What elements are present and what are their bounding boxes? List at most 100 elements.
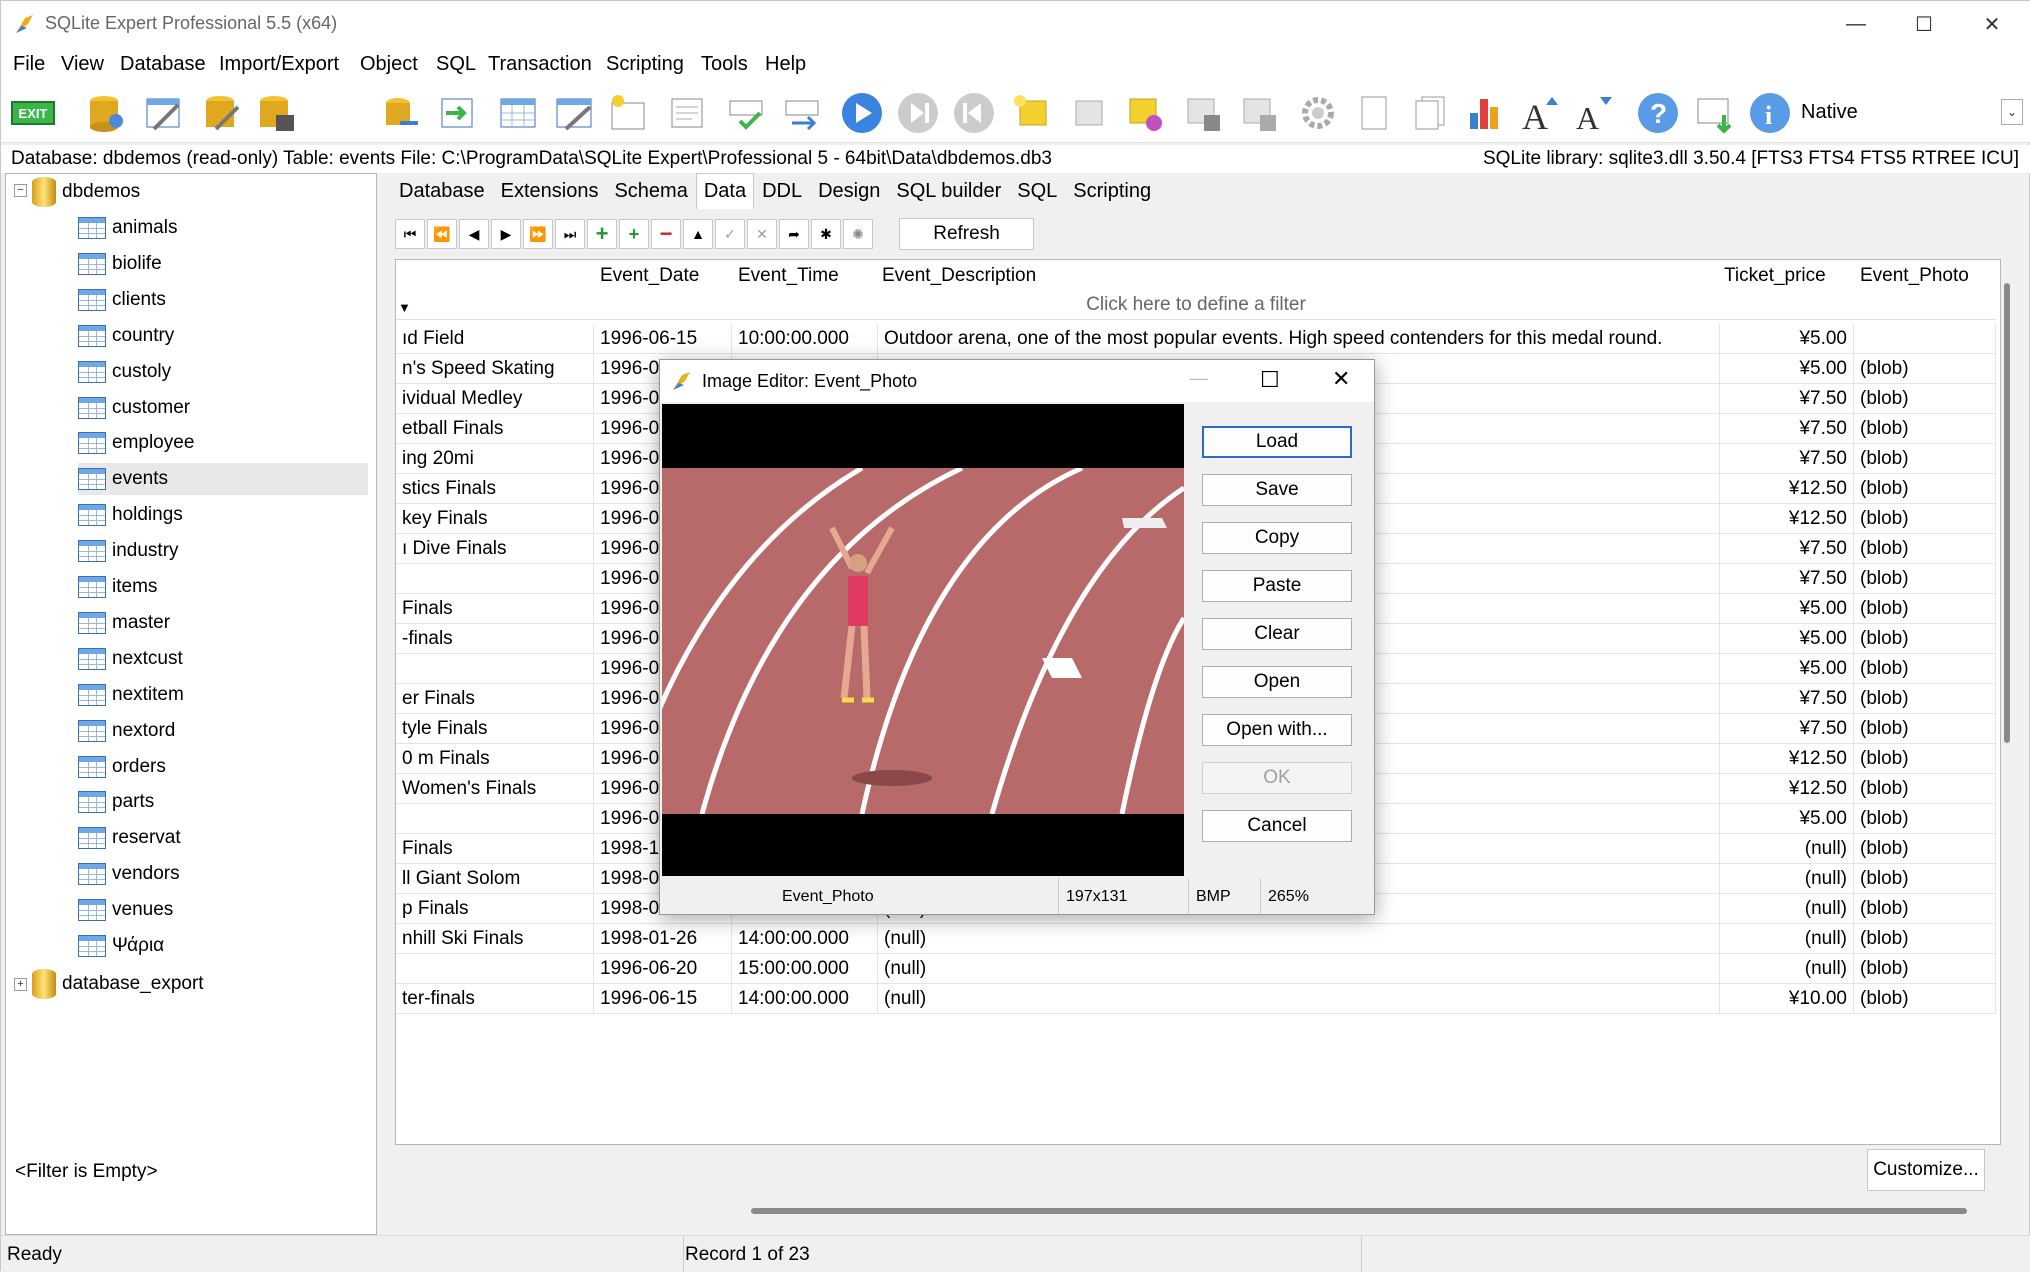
grid-cell[interactable]: (blob) [1854,894,1996,924]
grid-cell[interactable]: 1996-06-15 [594,324,732,354]
save-database-button[interactable] [253,91,299,135]
edit-script-button[interactable] [1065,91,1111,135]
menu-database[interactable]: Database [120,53,206,76]
tab-design[interactable]: Design [810,173,888,209]
grid-cell[interactable]: (blob) [1854,684,1996,714]
asterisk-icon[interactable]: ✱ [811,219,841,249]
grid-cell[interactable]: ı Dive Finals [396,534,594,564]
collapse-icon[interactable]: − [14,184,27,197]
grid-cell[interactable]: nhill Ski Finals [396,924,594,954]
grid-cell[interactable] [1854,324,1996,354]
grid-cell[interactable]: ¥10.00 [1720,984,1854,1014]
edit-view-button[interactable] [665,91,711,135]
apply-arrow-button[interactable] [779,91,825,135]
grid-cell[interactable]: 14:00:00.000 [732,984,878,1014]
tree-table-19[interactable]: venues [78,894,368,926]
edit-record-icon[interactable]: ▲ [683,219,713,249]
grid-cell[interactable]: 15:00:00.000 [732,954,878,984]
grid-cell[interactable]: ¥12.50 [1720,774,1854,804]
grid-cell[interactable]: (null) [878,924,1720,954]
tree-table-8[interactable]: holdings [78,499,368,531]
grid-cell[interactable]: (null) [878,984,1720,1014]
copy-button[interactable] [1351,91,1397,135]
maximize-icon[interactable]: ☐ [1895,1,1953,47]
grid-cell[interactable]: (blob) [1854,414,1996,444]
grid-cell[interactable]: (blob) [1854,744,1996,774]
tree-table-10[interactable]: items [78,571,368,603]
tab-sql[interactable]: SQL [1009,173,1065,209]
vertical-scrollbar[interactable] [2004,283,2010,743]
grid-cell[interactable]: ¥7.50 [1720,684,1854,714]
next-record-icon[interactable]: ▶ [491,219,521,249]
grid-cell[interactable]: ¥12.50 [1720,474,1854,504]
open-database-button[interactable] [83,91,129,135]
grid-cell[interactable]: (null) [1720,834,1854,864]
grid-cell[interactable]: (blob) [1854,834,1996,864]
paste-image-button[interactable]: Paste [1202,570,1352,602]
tree-table-15[interactable]: orders [78,751,368,783]
tree-table-4[interactable]: custoly [78,356,368,388]
burst-icon[interactable]: ✺ [843,219,873,249]
grid-cell[interactable]: (blob) [1854,624,1996,654]
grid-cell[interactable]: (blob) [1854,864,1996,894]
new-script-button[interactable] [1009,91,1055,135]
grid-cell[interactable]: (null) [1720,894,1854,924]
grid-cell[interactable]: ¥7.50 [1720,534,1854,564]
header-event-description[interactable]: Event_Description [878,260,1040,290]
grid-cell[interactable]: key Finals [396,504,594,534]
clear-button[interactable]: Clear [1202,618,1352,650]
image-canvas[interactable] [662,404,1184,876]
load-button[interactable]: Load [1202,426,1352,458]
decrease-font-button[interactable]: A [1573,91,1619,135]
grid-cell[interactable]: ¥5.00 [1720,654,1854,684]
increase-font-button[interactable]: A [1519,91,1565,135]
open-button[interactable]: Open [1202,666,1352,698]
grid-cell[interactable]: (blob) [1854,534,1996,564]
grid-cell[interactable] [396,654,594,684]
grid-cell[interactable]: Outdoor arena, one of the most popular e… [878,324,1720,354]
grid-cell[interactable]: ¥5.00 [1720,354,1854,384]
cancel-x-icon[interactable]: ✕ [747,219,777,249]
open-with-button[interactable]: Open with... [1202,714,1352,746]
attach-database-button[interactable] [379,91,425,135]
grid-cell[interactable]: Finals [396,594,594,624]
menu-tools[interactable]: Tools [701,53,748,76]
tree-table-1[interactable]: biolife [78,248,368,280]
grid-cell[interactable]: 1996-06-15 [594,984,732,1014]
tree-table-17[interactable]: reservat [78,822,368,854]
grid-cell[interactable]: ıd Field [396,324,594,354]
header-event-date[interactable]: Event_Date [596,260,703,290]
about-button[interactable]: i [1747,91,1793,135]
grid-cell[interactable]: 0 m Finals [396,744,594,774]
database-tools-button[interactable] [199,91,245,135]
tree-table-0[interactable]: animals [78,212,368,244]
grid-cell[interactable]: 14:00:00.000 [732,924,878,954]
grid-cell[interactable]: (blob) [1854,504,1996,534]
apply-button[interactable] [723,91,769,135]
grid-cell[interactable]: (blob) [1854,474,1996,504]
post-check-icon[interactable]: ✓ [715,219,745,249]
tab-scripting[interactable]: Scripting [1065,173,1159,209]
grid-cell[interactable] [396,954,594,984]
table-row[interactable]: ter-finals 1996-06-15 14:00:00.000 (null) ¥1… [396,984,1996,1014]
grid-cell[interactable]: (blob) [1854,564,1996,594]
grid-cell[interactable]: ¥5.00 [1720,594,1854,624]
new-table-button[interactable] [495,91,541,135]
tab-data[interactable]: Data [695,173,755,209]
refresh-button[interactable]: Refresh [899,218,1034,250]
tab-sql-builder[interactable]: SQL builder [888,173,1009,209]
grid-cell[interactable]: -finals [396,624,594,654]
grid-cell[interactable]: 1998-01-26 [594,924,732,954]
tree-table-18[interactable]: vendors [78,858,368,890]
grid-cell[interactable]: 1996-06-20 [594,954,732,984]
header-event-time[interactable]: Event_Time [734,260,843,290]
menu-help[interactable]: Help [765,53,806,76]
grid-cell[interactable]: ¥12.50 [1720,504,1854,534]
last-record-icon[interactable]: ⏭ [555,219,585,249]
script-save-button[interactable] [1179,91,1225,135]
table-row[interactable]: nhill Ski Finals 1998-01-26 14:00:00.000 (n… [396,924,1996,954]
database-tree[interactable]: − dbdemos animals biolife clients country cust… [5,173,377,1235]
tree-table-14[interactable]: nextord [78,715,368,747]
grid-cell[interactable]: ¥5.00 [1720,624,1854,654]
grid-cell[interactable]: (blob) [1854,714,1996,744]
